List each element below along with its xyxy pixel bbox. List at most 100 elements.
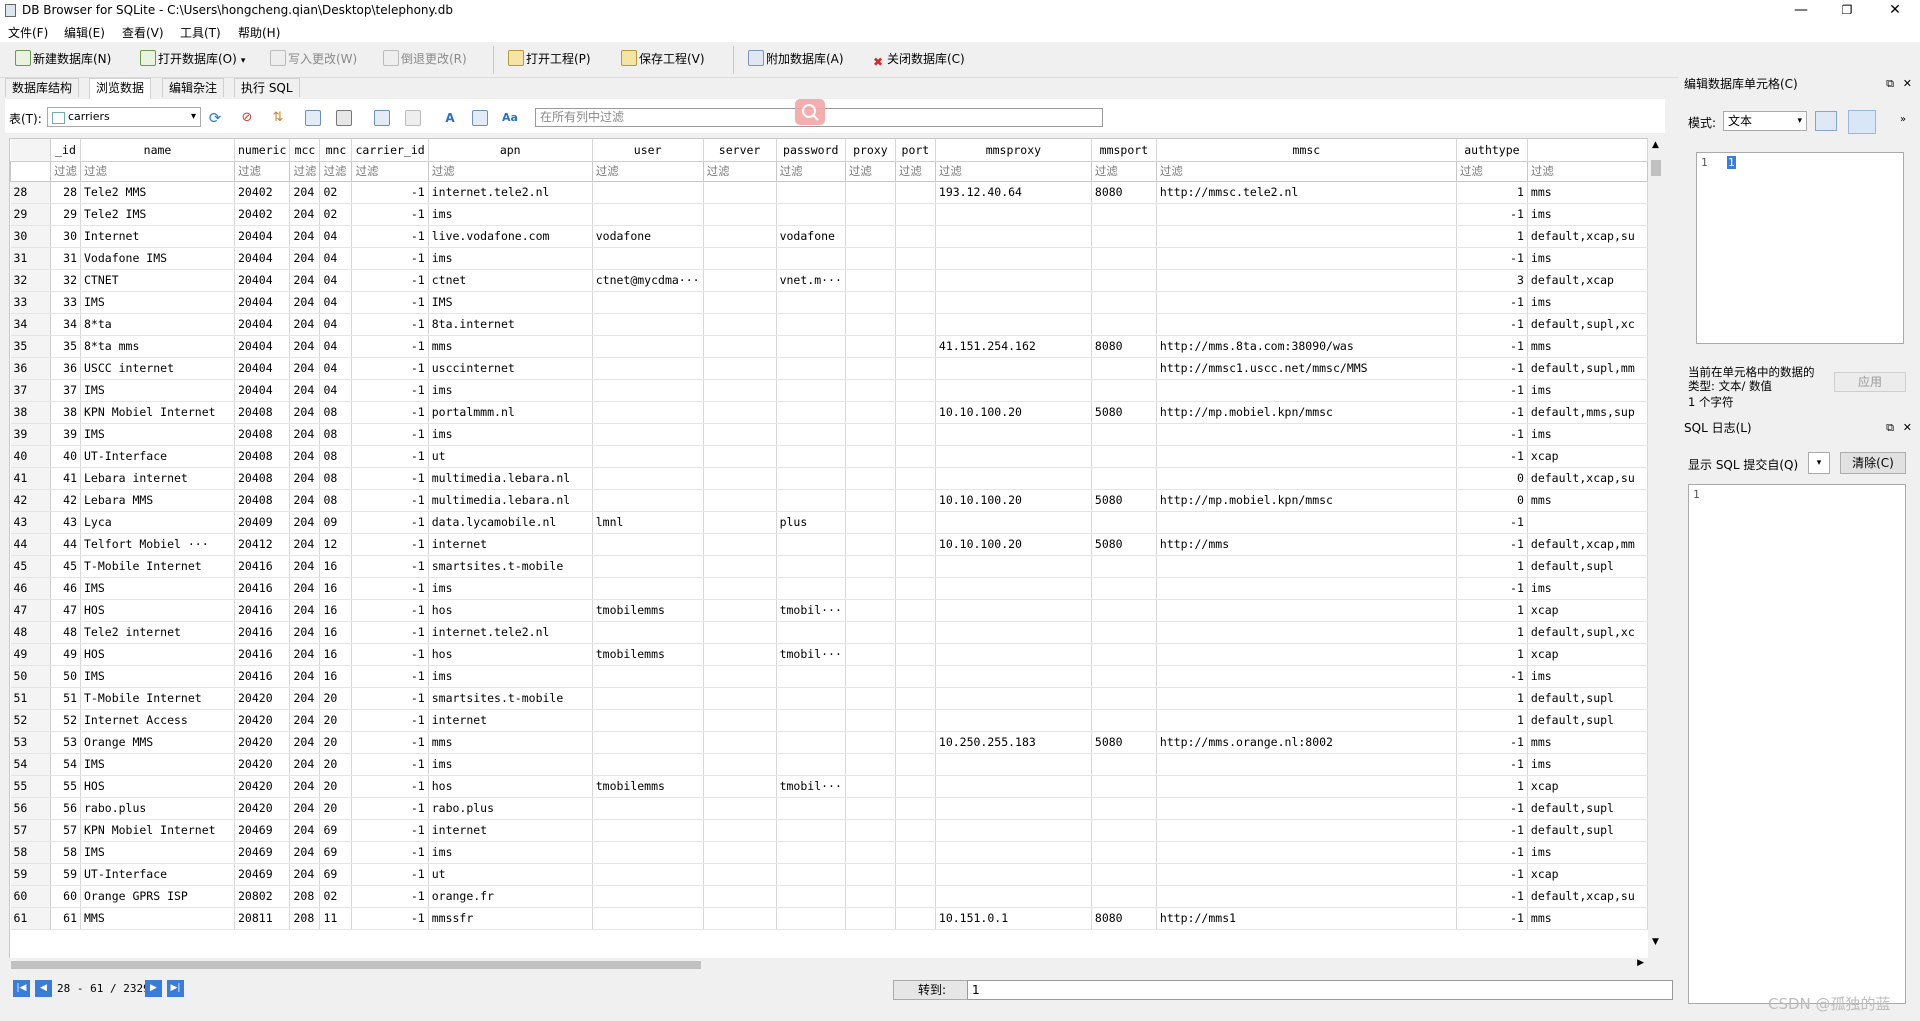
row-number[interactable]: 51	[10, 687, 51, 710]
table-cell[interactable]: xcap	[1527, 863, 1648, 886]
table-cell[interactable]: http://mp.mobiel.kpn/mmsc	[1156, 401, 1457, 424]
table-cell[interactable]: ims	[1527, 841, 1648, 864]
vertical-scrollbar[interactable]: ▲ ▼	[1648, 138, 1664, 967]
table-cell[interactable]	[1156, 643, 1457, 666]
table-cell[interactable]	[1091, 379, 1157, 402]
table-cell[interactable]	[1091, 357, 1157, 380]
table-cell[interactable]	[895, 291, 936, 314]
table-cell[interactable]	[703, 313, 777, 336]
table-cell[interactable]	[845, 599, 896, 622]
table-cell[interactable]	[935, 863, 1092, 886]
table-cell[interactable]: ims	[1527, 577, 1648, 600]
table-row[interactable]: 29 29 Tele2 IMS 20402 204 02 -1 ims -1 ims	[10, 203, 1648, 226]
table-cell[interactable]	[1091, 687, 1157, 710]
table-cell[interactable]: lmnl	[592, 511, 704, 534]
table-cell[interactable]: 60	[50, 885, 81, 908]
table-cell[interactable]: -1	[1456, 511, 1528, 534]
table-cell[interactable]: Orange GPRS ISP	[80, 885, 235, 908]
table-cell[interactable]	[592, 841, 704, 864]
table-cell[interactable]: 38	[50, 401, 81, 424]
row-number[interactable]: 38	[10, 401, 51, 424]
row-number[interactable]: 42	[10, 489, 51, 512]
column-header[interactable]: mmsport	[1091, 139, 1157, 162]
table-row[interactable]: 30 30 Internet 20404 204 04 -1 live.vodafone.co…	[10, 225, 1648, 248]
table-cell[interactable]: http://mms	[1156, 533, 1457, 556]
table-cell[interactable]: default,supl,xc	[1527, 621, 1648, 644]
row-number[interactable]: 35	[10, 335, 51, 358]
table-cell[interactable]: 20416	[234, 599, 291, 622]
table-cell[interactable]: 04	[319, 335, 353, 358]
table-cell[interactable]: 69	[319, 841, 353, 864]
column-filter-input[interactable]: 过滤	[80, 160, 235, 182]
table-cell[interactable]: tmobil···	[776, 643, 846, 666]
table-cell[interactable]	[703, 621, 777, 644]
table-cell[interactable]: 52	[50, 709, 81, 732]
table-cell[interactable]: MMS	[80, 907, 235, 930]
table-cell[interactable]	[703, 885, 777, 908]
table-cell[interactable]: -1	[351, 247, 429, 270]
tab-execute-sql[interactable]: 执行 SQL	[234, 78, 300, 97]
table-cell[interactable]	[1091, 775, 1157, 798]
table-cell[interactable]	[592, 291, 704, 314]
table-cell[interactable]	[895, 687, 936, 710]
table-cell[interactable]: multimedia.lebara.nl	[428, 489, 593, 512]
table-cell[interactable]: 20404	[234, 335, 291, 358]
table-cell[interactable]	[1091, 863, 1157, 886]
table-cell[interactable]: 16	[319, 643, 353, 666]
table-cell[interactable]: mms	[1527, 335, 1648, 358]
table-cell[interactable]: 20416	[234, 643, 291, 666]
table-cell[interactable]	[895, 709, 936, 732]
table-cell[interactable]: -1	[351, 379, 429, 402]
row-number[interactable]: 53	[10, 731, 51, 754]
table-cell[interactable]: tmobilemms	[592, 599, 704, 622]
table-cell[interactable]: 20420	[234, 709, 291, 732]
table-cell[interactable]: rabo.plus	[428, 797, 593, 820]
import-icon[interactable]	[1815, 111, 1837, 131]
column-header[interactable]: mmsc	[1156, 139, 1457, 162]
table-cell[interactable]: 1	[1456, 643, 1528, 666]
column-filter-input[interactable]: 过滤	[1155, 160, 1457, 182]
table-cell[interactable]: -1	[351, 753, 429, 776]
table-cell[interactable]: 204	[289, 577, 321, 600]
goto-input[interactable]: 1	[967, 980, 1673, 1000]
table-cell[interactable]	[592, 885, 704, 908]
table-cell[interactable]	[776, 467, 846, 490]
table-cell[interactable]: UT-Interface	[80, 863, 235, 886]
table-cell[interactable]: 50	[50, 665, 81, 688]
table-cell[interactable]: HOS	[80, 643, 235, 666]
table-cell[interactable]: 204	[289, 643, 321, 666]
table-cell[interactable]: 20404	[234, 225, 291, 248]
table-cell[interactable]: -1	[1456, 335, 1528, 358]
table-cell[interactable]: http://mmsc1.uscc.net/mmsc/MMS	[1156, 357, 1457, 380]
row-number[interactable]: 61	[10, 907, 51, 930]
table-cell[interactable]: Tele2 MMS	[80, 181, 235, 204]
table-cell[interactable]	[592, 687, 704, 710]
table-cell[interactable]: 204	[289, 709, 321, 732]
row-number[interactable]: 56	[10, 797, 51, 820]
table-cell[interactable]: 58	[50, 841, 81, 864]
table-cell[interactable]: -1	[351, 577, 429, 600]
column-filter-input[interactable]: 过滤	[1455, 160, 1528, 182]
table-cell[interactable]: vnet.m···	[776, 269, 846, 292]
table-cell[interactable]: USCC internet	[80, 357, 235, 380]
table-cell[interactable]	[895, 225, 936, 248]
table-row[interactable]: 45 45 T-Mobile Internet 20416 204 16 -1 smartsi…	[10, 555, 1648, 578]
table-cell[interactable]	[1091, 577, 1157, 600]
table-cell[interactable]	[1091, 269, 1157, 292]
table-cell[interactable]: 20469	[234, 841, 291, 864]
table-cell[interactable]: 204	[289, 555, 321, 578]
table-cell[interactable]: 204	[289, 225, 321, 248]
table-cell[interactable]	[1156, 841, 1457, 864]
table-cell[interactable]: 204	[289, 511, 321, 534]
print-icon[interactable]	[336, 110, 352, 126]
table-cell[interactable]: ut	[428, 445, 593, 468]
table-cell[interactable]: 20420	[234, 731, 291, 754]
table-cell[interactable]	[703, 533, 777, 556]
table-cell[interactable]	[935, 555, 1092, 578]
column-header[interactable]	[1527, 139, 1648, 162]
table-cell[interactable]: 20416	[234, 665, 291, 688]
table-cell[interactable]	[845, 665, 896, 688]
table-cell[interactable]: T-Mobile Internet	[80, 555, 235, 578]
table-cell[interactable]: 204	[289, 841, 321, 864]
row-number[interactable]: 39	[10, 423, 51, 446]
